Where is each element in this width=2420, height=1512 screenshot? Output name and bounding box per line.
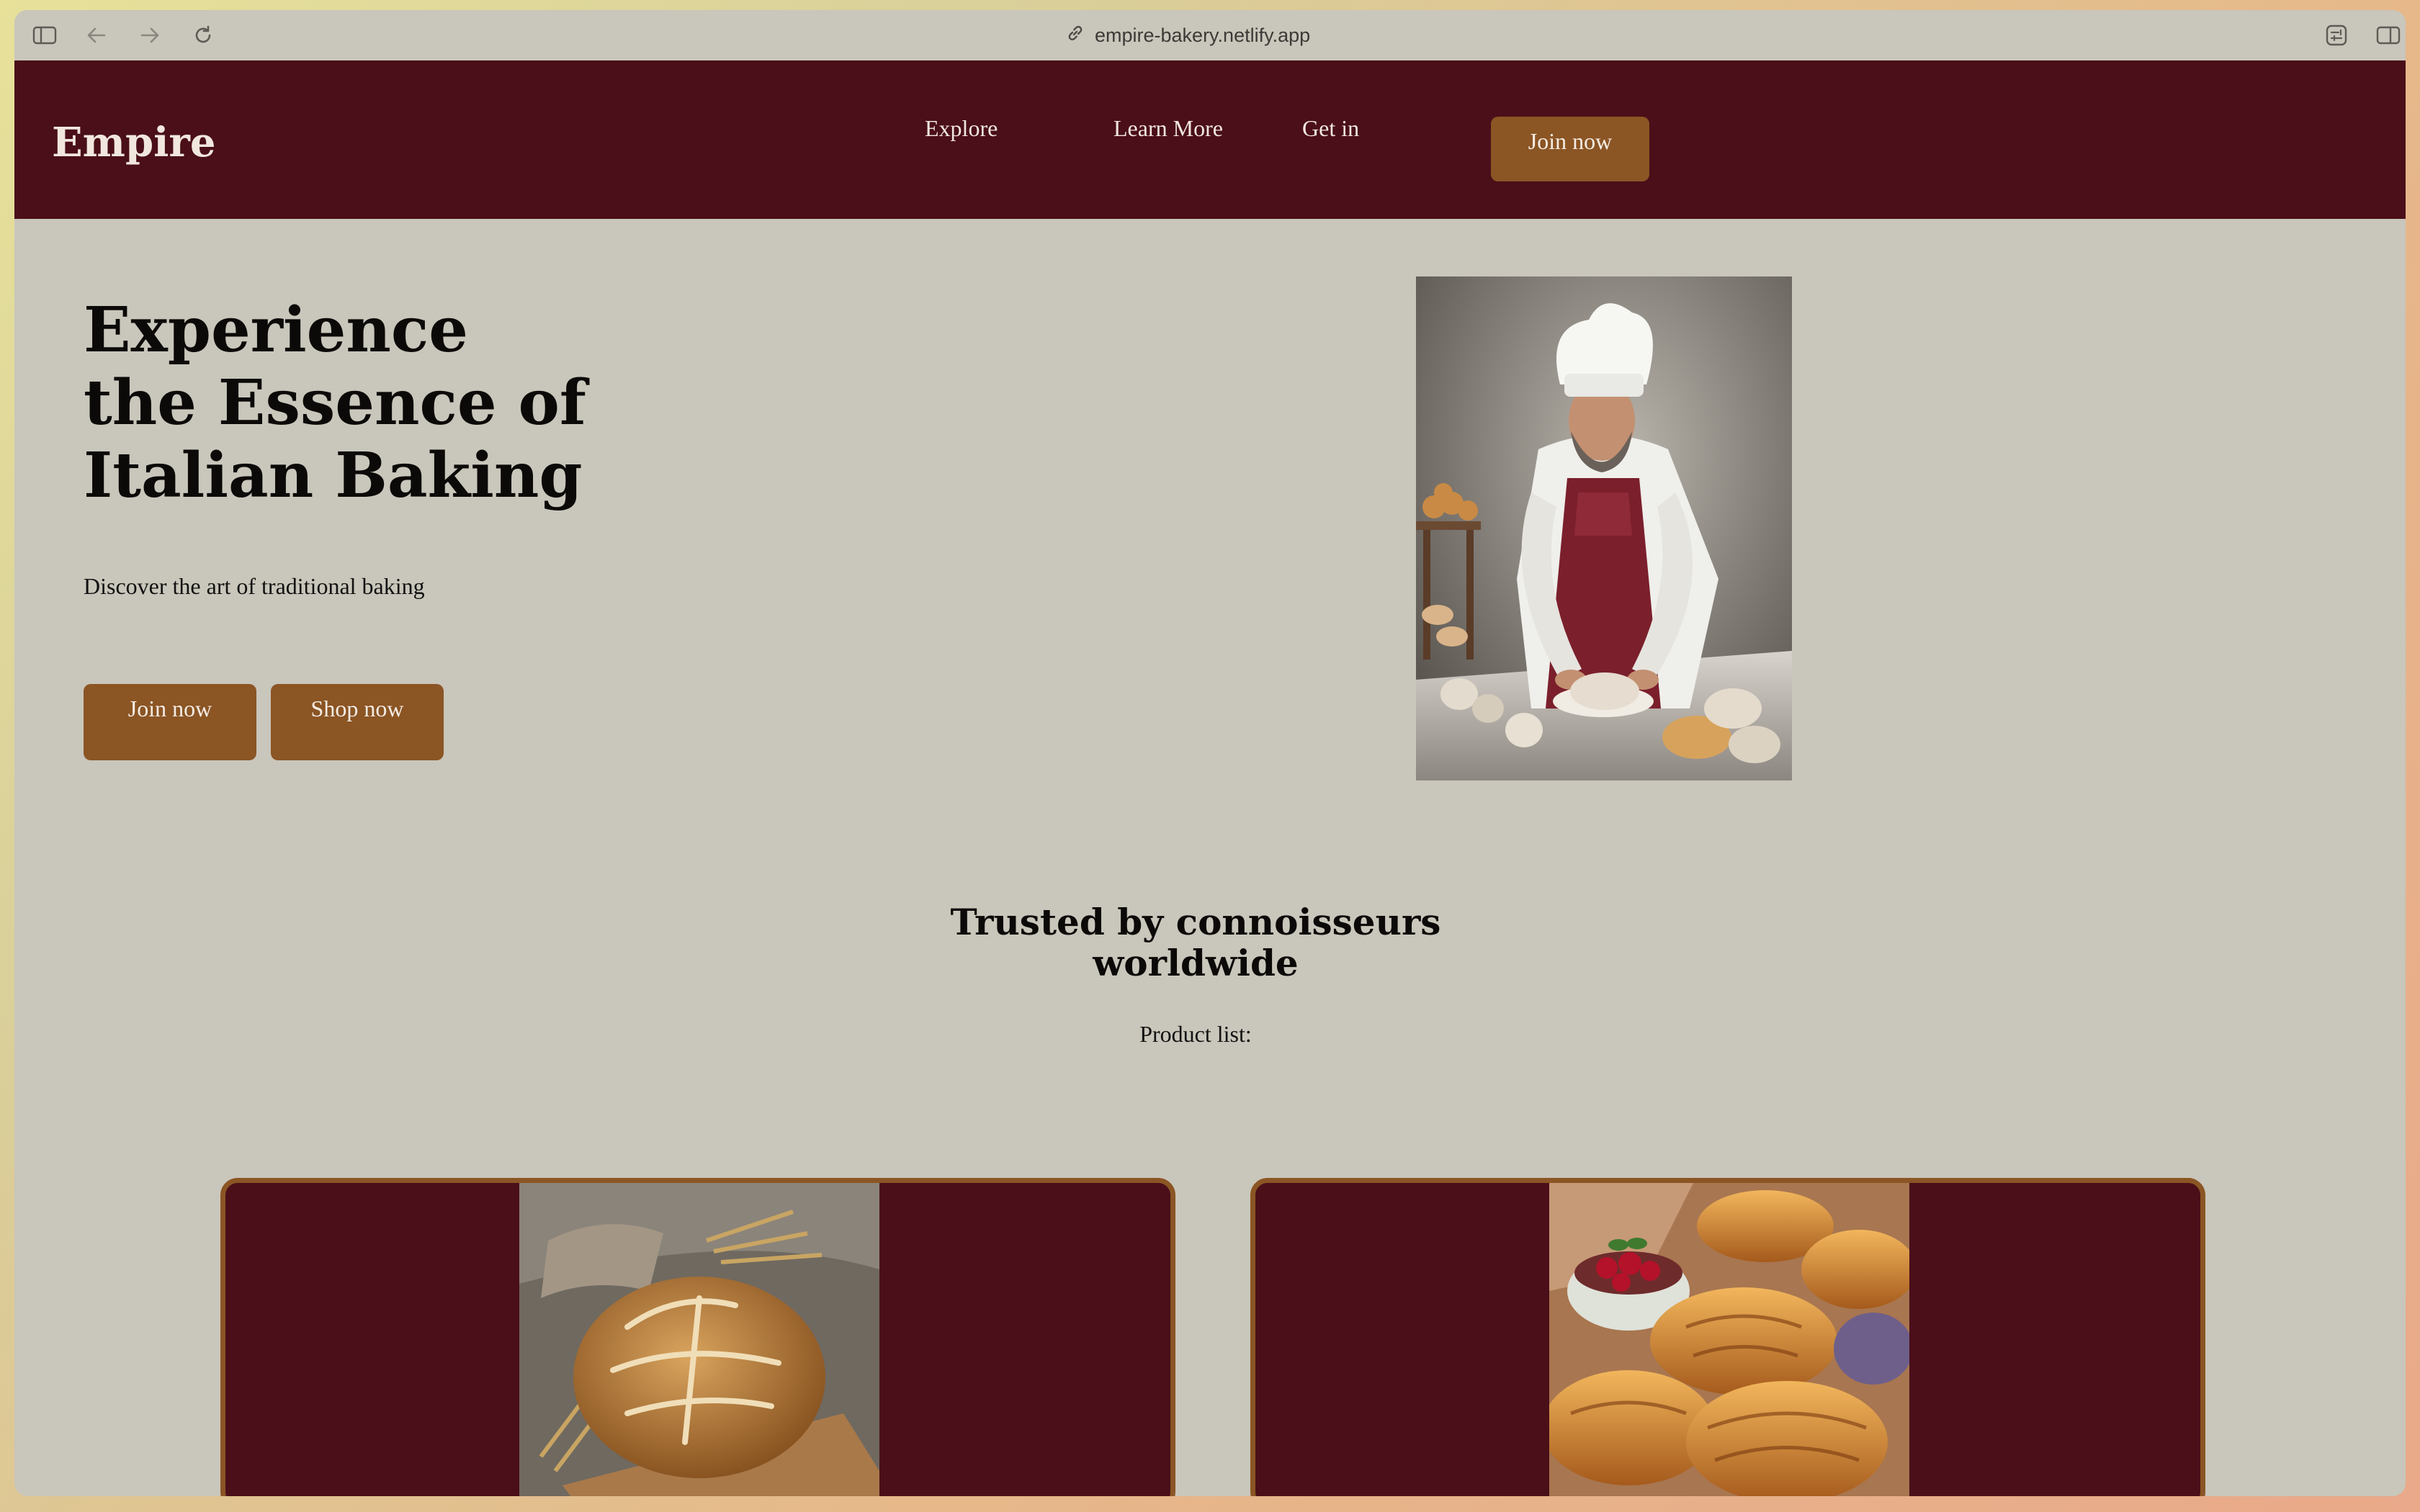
- nav-get-in[interactable]: Get in: [1302, 115, 1359, 142]
- bread-image: [519, 1183, 879, 1496]
- nav-learn-more[interactable]: Learn More: [1113, 115, 1223, 142]
- back-arrow-icon[interactable]: [84, 23, 109, 48]
- extensions-icon[interactable]: [2323, 23, 2349, 48]
- nav-explore[interactable]: Explore: [925, 115, 998, 142]
- hero-title: Experience the Essence of Italian Baking: [84, 294, 586, 512]
- product-list-label: Product list:: [1139, 1021, 1252, 1047]
- baker-image: [1416, 276, 1792, 780]
- sidebar-toggle-icon[interactable]: [32, 23, 58, 48]
- link-icon: [1066, 24, 1085, 48]
- hero-join-button[interactable]: Join now: [84, 684, 256, 760]
- browser-toolbar: empire-bakery.netlify.app: [14, 10, 2406, 61]
- reload-icon[interactable]: [190, 23, 216, 48]
- header-join-button[interactable]: Join now: [1491, 117, 1649, 181]
- hero-subtitle: Discover the art of traditional baking: [84, 573, 425, 599]
- split-view-icon[interactable]: [2375, 23, 2401, 48]
- forward-arrow-icon[interactable]: [137, 23, 163, 48]
- url-text: empire-bakery.netlify.app: [1095, 24, 1311, 46]
- address-bar[interactable]: empire-bakery.netlify.app: [1066, 23, 1310, 48]
- site-header: Empire Explore Learn More Get in Join no…: [14, 60, 2406, 219]
- product-card-bread[interactable]: [220, 1178, 1175, 1496]
- site-logo[interactable]: Empire: [52, 122, 216, 163]
- browser-window: empire-bakery.netlify.app Empire Explore…: [14, 10, 2406, 1496]
- croissant-image: [1549, 1183, 1909, 1496]
- trusted-title: Trusted by connoisseurs worldwide: [950, 901, 1441, 984]
- product-card-croissants[interactable]: [1250, 1178, 2205, 1496]
- hero-shop-button[interactable]: Shop now: [271, 684, 444, 760]
